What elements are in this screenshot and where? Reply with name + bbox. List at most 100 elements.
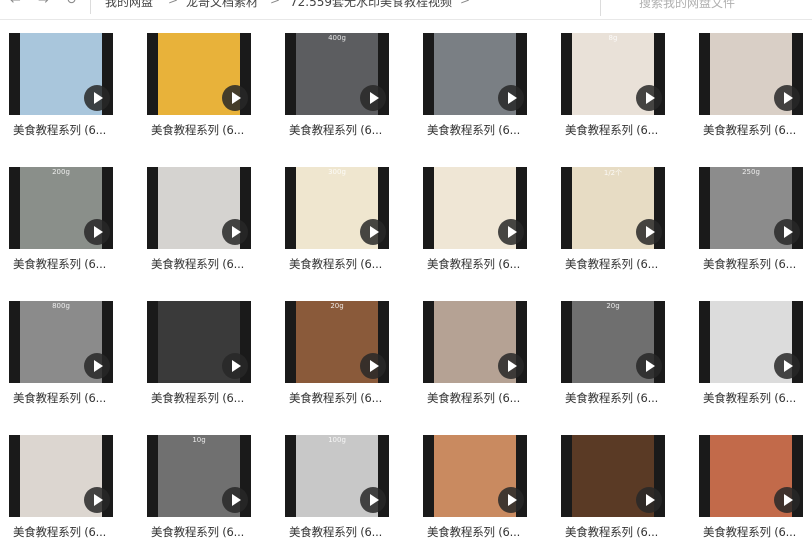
video-thumbnail[interactable] [699,33,803,115]
file-item[interactable]: 20g 美食教程系列 (6... [552,301,672,421]
video-thumbnail[interactable]: 250g [699,167,803,249]
file-name: 美食教程系列 (6... [565,257,659,271]
play-icon[interactable] [636,353,662,379]
video-thumbnail[interactable]: 10g [147,435,251,517]
file-name: 美食教程系列 (6... [427,257,521,271]
video-thumbnail[interactable]: 300g [285,167,389,249]
file-name: 美食教程系列 (6... [289,525,383,539]
video-thumbnail[interactable]: 400g [285,33,389,115]
play-icon[interactable] [222,85,248,111]
file-item[interactable]: 400g 美食教程系列 (6... [276,33,396,153]
file-item[interactable]: 美食教程系列 (6... [690,435,810,555]
video-thumbnail[interactable] [423,301,527,383]
breadcrumb-separator-icon: > [460,0,471,7]
file-item[interactable]: 美食教程系列 (6... [0,435,120,555]
play-icon[interactable] [774,353,800,379]
file-item[interactable]: 美食教程系列 (6... [414,167,534,287]
file-item[interactable]: 美食教程系列 (6... [690,301,810,421]
video-thumbnail[interactable] [423,33,527,115]
play-icon[interactable] [498,353,524,379]
file-item[interactable]: 8g 美食教程系列 (6... [552,33,672,153]
play-icon[interactable] [774,219,800,245]
video-thumbnail[interactable] [147,33,251,115]
play-icon[interactable] [498,487,524,513]
play-icon[interactable] [636,219,662,245]
play-icon[interactable] [498,85,524,111]
file-name: 美食教程系列 (6... [151,123,245,137]
thumbnail-weight-label: 1/2个 [603,169,623,177]
file-name: 美食教程系列 (6... [703,123,797,137]
play-icon[interactable] [360,219,386,245]
breadcrumb-item-root[interactable]: 我的网盘 [105,0,153,10]
play-icon[interactable] [84,487,110,513]
play-icon[interactable] [84,85,110,111]
video-thumbnail[interactable] [423,167,527,249]
file-item[interactable]: 20g 美食教程系列 (6... [276,301,396,421]
file-item[interactable]: 美食教程系列 (6... [414,33,534,153]
play-icon[interactable] [636,85,662,111]
play-icon[interactable] [222,219,248,245]
file-item[interactable]: 美食教程系列 (6... [552,435,672,555]
file-item[interactable]: 250g 美食教程系列 (6... [690,167,810,287]
video-thumbnail[interactable]: 8g [561,33,665,115]
play-icon[interactable] [774,487,800,513]
play-icon[interactable] [84,353,110,379]
file-name: 美食教程系列 (6... [703,257,797,271]
video-thumbnail[interactable]: 20g [285,301,389,383]
file-name: 美食教程系列 (6... [565,391,659,405]
file-item[interactable]: 美食教程系列 (6... [414,435,534,555]
file-item[interactable]: 美食教程系列 (6... [414,301,534,421]
file-item[interactable]: 美食教程系列 (6... [0,33,120,153]
file-item[interactable]: 美食教程系列 (6... [138,167,258,287]
thumbnail-weight-label: 100g [328,436,346,444]
play-icon[interactable] [636,487,662,513]
video-thumbnail[interactable] [699,435,803,517]
file-name: 美食教程系列 (6... [427,391,521,405]
file-name: 美食教程系列 (6... [565,525,659,539]
file-item[interactable]: 300g 美食教程系列 (6... [276,167,396,287]
back-arrow-icon[interactable]: ← [10,0,21,8]
thumbnail-weight-label: 800g [52,302,70,310]
video-thumbnail[interactable]: 1/2个 [561,167,665,249]
file-item[interactable]: 100g 美食教程系列 (6... [276,435,396,555]
play-icon[interactable] [222,487,248,513]
video-thumbnail[interactable] [9,435,113,517]
video-thumbnail[interactable]: 20g [561,301,665,383]
play-icon[interactable] [360,487,386,513]
breadcrumb-separator-icon: > [168,0,179,7]
file-item[interactable]: 美食教程系列 (6... [138,301,258,421]
video-thumbnail[interactable] [423,435,527,517]
video-thumbnail[interactable] [147,301,251,383]
file-name: 美食教程系列 (6... [151,525,245,539]
play-icon[interactable] [360,353,386,379]
video-thumbnail[interactable]: 200g [9,167,113,249]
file-item[interactable]: 200g 美食教程系列 (6... [0,167,120,287]
refresh-icon[interactable]: ↻ [66,0,77,8]
video-thumbnail[interactable] [561,435,665,517]
file-name: 美食教程系列 (6... [151,257,245,271]
play-icon[interactable] [84,219,110,245]
play-icon[interactable] [774,85,800,111]
breadcrumb-item-folder[interactable]: 龙哥文档素材 [186,0,258,10]
breadcrumb-item-current[interactable]: 72.559套无水印美食教程视频 [290,0,452,10]
file-item[interactable]: 美食教程系列 (6... [690,33,810,153]
file-name: 美食教程系列 (6... [427,525,521,539]
video-thumbnail[interactable] [147,167,251,249]
thumbnail-weight-label: 200g [52,168,70,176]
play-icon[interactable] [222,353,248,379]
video-thumbnail[interactable] [699,301,803,383]
top-toolbar: ← → ↻ 我的网盘 > 龙哥文档素材 > 72.559套无水印美食教程视频 >… [0,0,812,20]
play-icon[interactable] [498,219,524,245]
search-input[interactable]: 搜索我的网盘文件 [600,0,812,16]
video-thumbnail[interactable] [9,33,113,115]
file-item[interactable]: 10g 美食教程系列 (6... [138,435,258,555]
file-item[interactable]: 美食教程系列 (6... [138,33,258,153]
video-thumbnail[interactable]: 800g [9,301,113,383]
forward-arrow-icon[interactable]: → [38,0,49,8]
file-item[interactable]: 1/2个美食教程系列 (6... [552,167,672,287]
file-item[interactable]: 800g 美食教程系列 (6... [0,301,120,421]
video-thumbnail[interactable]: 100g [285,435,389,517]
file-name: 美食教程系列 (6... [289,123,383,137]
play-icon[interactable] [360,85,386,111]
file-name: 美食教程系列 (6... [565,123,659,137]
